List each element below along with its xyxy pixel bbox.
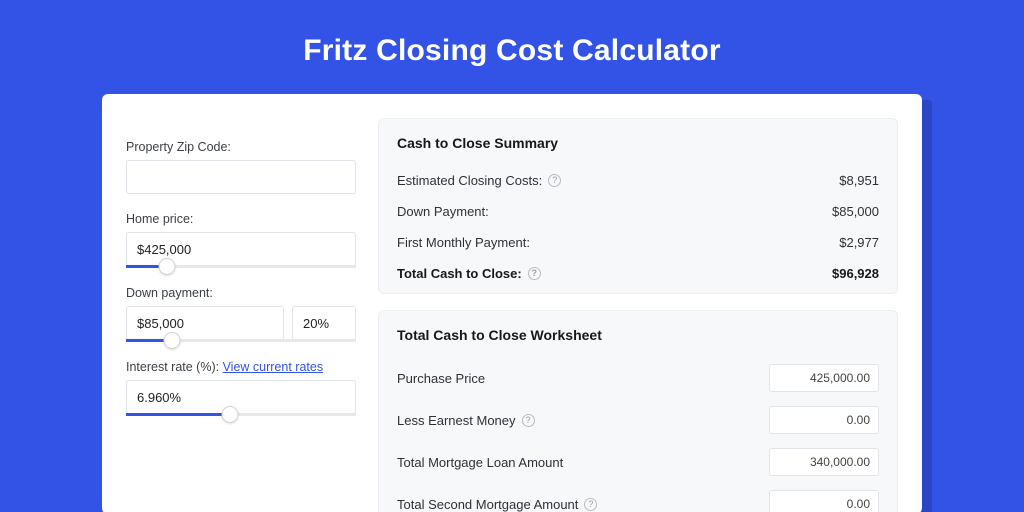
summary-row-label: Estimated Closing Costs: (397, 173, 542, 188)
summary-row: Estimated Closing Costs: ? $8,951 (397, 165, 879, 196)
worksheet-title: Total Cash to Close Worksheet (397, 327, 879, 343)
down-payment-slider-thumb[interactable] (164, 332, 181, 349)
summary-row-value: $8,951 (839, 173, 879, 188)
worksheet-row: Total Mortgage Loan Amount (397, 441, 879, 483)
results-column: Cash to Close Summary Estimated Closing … (378, 118, 898, 512)
summary-title: Cash to Close Summary (397, 135, 879, 151)
help-icon[interactable]: ? (584, 498, 597, 511)
worksheet-row: Less Earnest Money ? (397, 399, 879, 441)
interest-group: Interest rate (%): View current rates (126, 360, 356, 416)
help-icon[interactable]: ? (548, 174, 561, 187)
interest-slider-fill (126, 413, 230, 416)
interest-input[interactable] (126, 380, 356, 414)
card-wrapper: Property Zip Code: Home price: Down paym… (102, 94, 922, 512)
worksheet-row-label: Total Mortgage Loan Amount (397, 455, 563, 470)
worksheet-row-label: Total Second Mortgage Amount (397, 497, 578, 512)
interest-slider[interactable] (126, 413, 356, 416)
worksheet-row-label: Less Earnest Money (397, 413, 516, 428)
worksheet-row-input[interactable] (769, 364, 879, 392)
calculator-card: Property Zip Code: Home price: Down paym… (102, 94, 922, 512)
summary-panel: Cash to Close Summary Estimated Closing … (378, 118, 898, 294)
down-payment-pct-input[interactable] (292, 306, 356, 340)
worksheet-row-input[interactable] (769, 448, 879, 476)
summary-row-value: $96,928 (832, 266, 879, 281)
down-payment-group: Down payment: (126, 286, 356, 342)
inputs-column: Property Zip Code: Home price: Down paym… (126, 118, 356, 512)
interest-label: Interest rate (%): View current rates (126, 360, 356, 374)
summary-row-label: Down Payment: (397, 204, 489, 219)
help-icon[interactable]: ? (528, 267, 541, 280)
help-icon[interactable]: ? (522, 414, 535, 427)
worksheet-row-label: Purchase Price (397, 371, 485, 386)
view-rates-link[interactable]: View current rates (223, 360, 324, 374)
home-price-slider-thumb[interactable] (159, 258, 176, 275)
summary-row-value: $85,000 (832, 204, 879, 219)
summary-row-label: First Monthly Payment: (397, 235, 530, 250)
home-price-slider[interactable] (126, 265, 356, 268)
zip-group: Property Zip Code: (126, 140, 356, 194)
worksheet-row: Purchase Price (397, 357, 879, 399)
interest-label-text: Interest rate (%): (126, 360, 223, 374)
interest-slider-thumb[interactable] (221, 406, 238, 423)
down-payment-input[interactable] (126, 306, 284, 340)
down-payment-label: Down payment: (126, 286, 356, 300)
worksheet-row-input[interactable] (769, 490, 879, 512)
summary-row-value: $2,977 (839, 235, 879, 250)
zip-input[interactable] (126, 160, 356, 194)
worksheet-row: Total Second Mortgage Amount ? (397, 483, 879, 512)
zip-label: Property Zip Code: (126, 140, 356, 154)
worksheet-row-input[interactable] (769, 406, 879, 434)
home-price-label: Home price: (126, 212, 356, 226)
down-payment-slider[interactable] (126, 339, 356, 342)
summary-row: Down Payment: $85,000 (397, 196, 879, 227)
summary-row-label: Total Cash to Close: (397, 266, 522, 281)
home-price-group: Home price: (126, 212, 356, 268)
page-title: Fritz Closing Cost Calculator (0, 0, 1024, 94)
summary-row: First Monthly Payment: $2,977 (397, 227, 879, 258)
summary-row-total: Total Cash to Close: ? $96,928 (397, 258, 879, 289)
worksheet-panel: Total Cash to Close Worksheet Purchase P… (378, 310, 898, 512)
